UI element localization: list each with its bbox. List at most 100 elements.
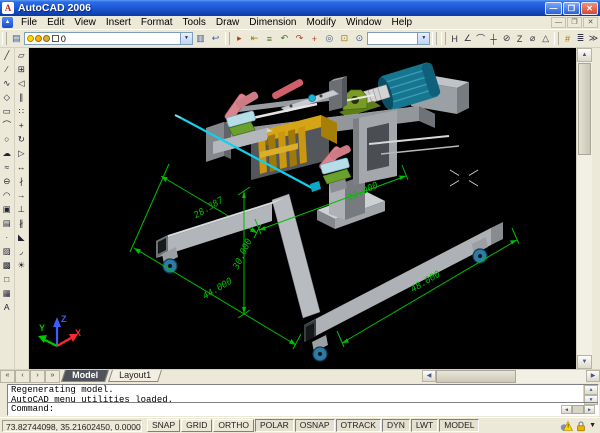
chevron-down-icon[interactable]: ▼: [180, 33, 192, 44]
menu-format[interactable]: Format: [136, 17, 178, 28]
tool-array[interactable]: ∷: [15, 104, 28, 118]
toolbar-grip[interactable]: [554, 32, 559, 45]
tool-make-block[interactable]: ▤: [0, 216, 13, 230]
tool-region[interactable]: □: [0, 272, 13, 286]
view-combo[interactable]: ▼: [367, 32, 431, 45]
menu-tools[interactable]: Tools: [178, 17, 211, 28]
vertical-scroll-thumb[interactable]: [578, 63, 591, 155]
toolbar-grip[interactable]: [432, 32, 437, 45]
tool-copy[interactable]: ⊞: [15, 62, 28, 76]
tool-break-at-point[interactable]: ⊥: [15, 202, 28, 216]
communication-center-icon[interactable]: [560, 420, 573, 432]
chevron-down-icon[interactable]: ▼: [417, 33, 429, 44]
command-scroll-up-icon[interactable]: ▲: [584, 385, 598, 395]
toggle-model[interactable]: MODEL: [439, 419, 479, 432]
tab-layout1[interactable]: Layout1: [108, 370, 162, 382]
toggle-osnap[interactable]: OSNAP: [295, 419, 335, 432]
tool-ellipse[interactable]: ⊖: [0, 174, 13, 188]
toggle-dyn[interactable]: DYN: [382, 419, 410, 432]
tool-multiline-text[interactable]: A: [0, 300, 13, 314]
arc-length-dimension-button[interactable]: ⌒: [474, 31, 487, 46]
toggle-lwt[interactable]: LWT: [411, 419, 438, 432]
tool-gradient[interactable]: ▩: [0, 258, 13, 272]
command-scroll-right-icon[interactable]: ▶: [584, 405, 595, 414]
tool-break[interactable]: ∦: [15, 216, 28, 230]
scroll-up-icon[interactable]: ▲: [577, 48, 592, 62]
command-prompt-row[interactable]: Command: ◀ ▶: [8, 402, 598, 415]
horizontal-scroll-track[interactable]: [516, 370, 586, 383]
tab-last-button[interactable]: »: [45, 370, 60, 383]
tool-explode[interactable]: ☀: [15, 258, 28, 272]
tool-rectangle[interactable]: ▭: [0, 104, 13, 118]
menu-view[interactable]: View: [69, 17, 101, 28]
maximize-button[interactable]: ❐: [563, 2, 580, 15]
drawing-window-icon[interactable]: ▲: [2, 17, 13, 28]
zoom-window-button[interactable]: ⊡: [337, 31, 352, 46]
minimize-button[interactable]: —: [545, 2, 562, 15]
tool-polygon[interactable]: ◇: [0, 90, 13, 104]
tool-scale[interactable]: ▷: [15, 146, 28, 160]
tool-arc[interactable]: ⌒: [0, 118, 13, 132]
horizontal-scroll-thumb[interactable]: [436, 370, 516, 383]
horizontal-scrollbar[interactable]: ◀ ▶: [422, 370, 600, 383]
doc-minimize-button[interactable]: —: [551, 17, 566, 28]
command-scroll-left-icon[interactable]: ◀: [561, 405, 572, 414]
radius-dimension-button[interactable]: ⊘: [500, 31, 513, 46]
toggle-snap[interactable]: SNAP: [147, 419, 180, 432]
scroll-right-icon[interactable]: ▶: [586, 370, 600, 382]
close-button[interactable]: ✕: [581, 2, 598, 15]
menu-file[interactable]: File: [16, 17, 42, 28]
toolbar-grip[interactable]: [441, 32, 446, 45]
tool-chamfer[interactable]: ◣: [15, 230, 28, 244]
doc-close-button[interactable]: ✕: [583, 17, 598, 28]
menu-insert[interactable]: Insert: [101, 17, 136, 28]
tool-offset[interactable]: ∥: [15, 90, 28, 104]
command-lines[interactable]: Regenerating model. AutoCAD menu utiliti…: [8, 385, 583, 402]
command-box[interactable]: Regenerating model. AutoCAD menu utiliti…: [7, 384, 599, 416]
tool-move[interactable]: +: [15, 118, 28, 132]
tool-hatch[interactable]: ▨: [0, 244, 13, 258]
menu-dimension[interactable]: Dimension: [244, 17, 301, 28]
doc-restore-button[interactable]: ❐: [567, 17, 582, 28]
menu-modify[interactable]: Modify: [302, 17, 341, 28]
redo-button[interactable]: ↷: [292, 31, 307, 46]
command-hscroll[interactable]: ◀ ▶: [561, 405, 595, 414]
match-properties-button[interactable]: ≡: [262, 31, 277, 46]
toolbar-grip[interactable]: [2, 32, 7, 45]
tool-revision-cloud[interactable]: ☁: [0, 146, 13, 160]
menu-draw[interactable]: Draw: [211, 17, 244, 28]
layer-previous-tool-button[interactable]: ⇤: [247, 31, 262, 46]
tool-construction-line[interactable]: ∕: [0, 62, 13, 76]
tool-trim[interactable]: ∤: [15, 174, 28, 188]
tool-table[interactable]: ▦: [0, 286, 13, 300]
toggle-otrack[interactable]: OTRACK: [336, 419, 381, 432]
make-objects-layer-current-button[interactable]: ▸: [232, 31, 247, 46]
tool-line[interactable]: ╱: [0, 48, 13, 62]
undo-button[interactable]: ↶: [277, 31, 292, 46]
tab-first-button[interactable]: «: [0, 370, 15, 383]
continue-dimension-button[interactable]: ≫: [587, 31, 600, 46]
layer-combo[interactable]: 0 ▼: [24, 32, 193, 45]
toggle-polar[interactable]: POLAR: [255, 419, 294, 432]
tool-point[interactable]: ·: [0, 230, 13, 244]
command-scrollbar[interactable]: ▲ ▼: [583, 385, 598, 402]
tool-insert-block[interactable]: ▣: [0, 202, 13, 216]
tool-stretch[interactable]: ↔: [15, 160, 28, 174]
toolbar-grip[interactable]: [225, 32, 230, 45]
baseline-dimension-button[interactable]: ≣: [574, 31, 587, 46]
tool-spline[interactable]: ≈: [0, 160, 13, 174]
tab-next-button[interactable]: ›: [30, 370, 45, 383]
layer-states-manager-button[interactable]: ▥: [193, 31, 208, 46]
menu-edit[interactable]: Edit: [42, 17, 69, 28]
pan-realtime-button[interactable]: +: [307, 31, 322, 46]
angular-dimension-button[interactable]: △: [539, 31, 552, 46]
drawing-canvas[interactable]: 28.387: [29, 48, 576, 369]
vertical-scrollbar[interactable]: ▲ ▼: [576, 48, 592, 369]
linear-dimension-button[interactable]: H: [448, 31, 461, 46]
tool-rotate[interactable]: ↻: [15, 132, 28, 146]
menu-help[interactable]: Help: [387, 17, 418, 28]
zoom-realtime-button[interactable]: ◎: [322, 31, 337, 46]
tool-fillet[interactable]: ◞: [15, 244, 28, 258]
aligned-dimension-button[interactable]: ∠: [461, 31, 474, 46]
command-hscroll-thumb[interactable]: [572, 405, 584, 414]
